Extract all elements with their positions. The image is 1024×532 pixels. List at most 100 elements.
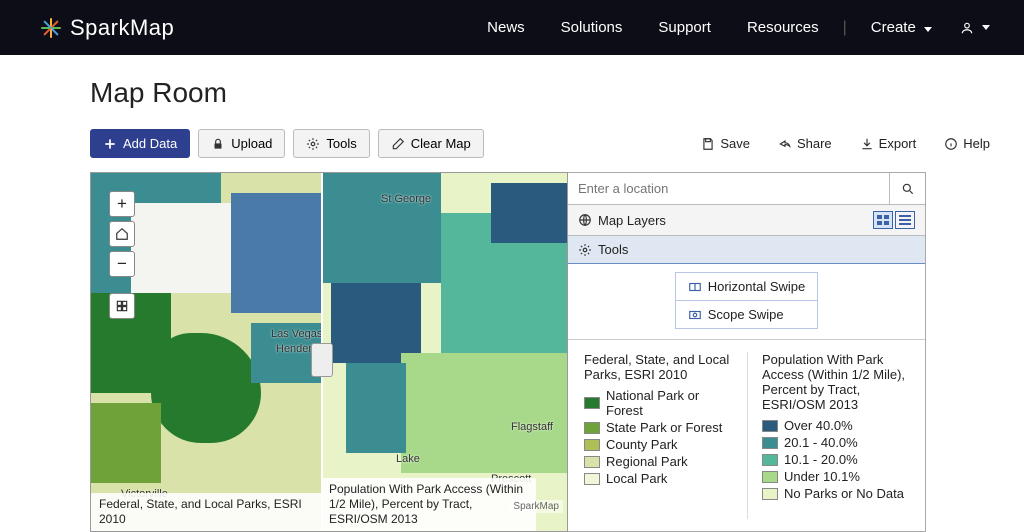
legend-label: No Parks or No Data bbox=[784, 486, 904, 501]
main-row: St George Las Vegas Henderson Victorvill… bbox=[90, 172, 1000, 532]
clear-map-label: Clear Map bbox=[411, 136, 471, 151]
scope-swipe-option[interactable]: Scope Swipe bbox=[676, 300, 818, 328]
legend-swatch bbox=[762, 437, 778, 449]
swipe-horizontal-icon bbox=[688, 280, 702, 294]
legend-right: Population With Park Access (Within 1/2 … bbox=[762, 352, 911, 519]
toolbar: Add Data Upload Tools Clear Map Save Sha… bbox=[90, 129, 1000, 158]
legend-item: Under 10.1% bbox=[762, 469, 911, 484]
map-controls: + − bbox=[109, 191, 135, 319]
legend-swatch bbox=[762, 488, 778, 500]
legend-item: County Park bbox=[584, 437, 733, 452]
share-label: Share bbox=[797, 136, 832, 151]
view-list-button[interactable] bbox=[895, 211, 915, 229]
legend-item: National Park or Forest bbox=[584, 388, 733, 418]
basemap-button[interactable] bbox=[109, 293, 135, 319]
export-label: Export bbox=[879, 136, 917, 151]
search-button[interactable] bbox=[889, 173, 925, 204]
legend-item: 10.1 - 20.0% bbox=[762, 452, 911, 467]
brand-name: SparkMap bbox=[70, 15, 174, 41]
help-link[interactable]: Help bbox=[934, 136, 1000, 151]
map-layers-header[interactable]: Map Layers bbox=[568, 205, 925, 236]
legend-divider bbox=[747, 352, 748, 519]
tools-header[interactable]: Tools bbox=[568, 236, 925, 264]
download-icon bbox=[860, 137, 874, 151]
legend-label: Local Park bbox=[606, 471, 667, 486]
export-link[interactable]: Export bbox=[850, 136, 927, 151]
legend-swatch bbox=[584, 456, 600, 468]
swipe-divider[interactable] bbox=[321, 173, 323, 531]
upload-label: Upload bbox=[231, 136, 272, 151]
nav-solutions[interactable]: Solutions bbox=[543, 19, 641, 36]
zoom-in-button[interactable]: + bbox=[109, 191, 135, 217]
globe-icon bbox=[578, 213, 592, 227]
legend-swatch bbox=[762, 471, 778, 483]
nav-create[interactable]: Create bbox=[853, 19, 950, 36]
legend-label: State Park or Forest bbox=[606, 420, 722, 435]
save-label: Save bbox=[720, 136, 750, 151]
top-nav: SparkMap News Solutions Support Resource… bbox=[0, 0, 1024, 55]
nav-resources[interactable]: Resources bbox=[729, 19, 837, 36]
info-icon bbox=[944, 137, 958, 151]
tools-header-label: Tools bbox=[598, 242, 628, 257]
brand-logo[interactable]: SparkMap bbox=[40, 15, 174, 41]
legend-row: Federal, State, and Local Parks, ESRI 20… bbox=[568, 340, 925, 531]
legend-label: County Park bbox=[606, 437, 678, 452]
user-menu[interactable] bbox=[950, 21, 1000, 35]
legend-label: Over 40.0% bbox=[784, 418, 853, 433]
search-icon bbox=[901, 182, 915, 196]
chevron-down-icon bbox=[924, 27, 932, 32]
view-card-button[interactable] bbox=[873, 211, 893, 229]
map-layers-label: Map Layers bbox=[598, 213, 666, 228]
user-icon bbox=[960, 21, 974, 35]
map-caption-left: Federal, State, and Local Parks, ESRI 20… bbox=[91, 493, 321, 531]
upload-button[interactable]: Upload bbox=[198, 129, 285, 158]
legend-right-title: Population With Park Access (Within 1/2 … bbox=[762, 352, 911, 412]
add-data-label: Add Data bbox=[123, 136, 177, 151]
swipe-handle[interactable] bbox=[311, 343, 333, 377]
nav-news[interactable]: News bbox=[469, 19, 543, 36]
location-input[interactable] bbox=[568, 173, 889, 204]
map-label-st-george: St George bbox=[381, 193, 431, 205]
add-data-button[interactable]: Add Data bbox=[90, 129, 190, 158]
map-label-flagstaff: Flagstaff bbox=[511, 421, 553, 433]
scope-swipe-label: Scope Swipe bbox=[708, 307, 784, 322]
legend-swatch bbox=[762, 454, 778, 466]
card-view-icon bbox=[877, 215, 889, 225]
share-icon bbox=[778, 137, 792, 151]
map-pane[interactable]: St George Las Vegas Henderson Victorvill… bbox=[90, 172, 568, 532]
horizontal-swipe-label: Horizontal Swipe bbox=[708, 279, 806, 294]
page-title: Map Room bbox=[90, 77, 1000, 109]
legend-left-title: Federal, State, and Local Parks, ESRI 20… bbox=[584, 352, 733, 382]
tools-button[interactable]: Tools bbox=[293, 129, 369, 158]
legend-item: Local Park bbox=[584, 471, 733, 486]
save-icon bbox=[701, 137, 715, 151]
location-search-row bbox=[568, 173, 925, 205]
legend-item: 20.1 - 40.0% bbox=[762, 435, 911, 450]
zoom-out-button[interactable]: − bbox=[109, 251, 135, 277]
chevron-down-icon bbox=[982, 25, 990, 30]
legend-left: Federal, State, and Local Parks, ESRI 20… bbox=[584, 352, 733, 519]
legend-item: Regional Park bbox=[584, 454, 733, 469]
map-caption-right: Population With Park Access (Within 1/2 … bbox=[321, 478, 536, 531]
grid-icon bbox=[115, 299, 129, 313]
home-button[interactable] bbox=[109, 221, 135, 247]
share-link[interactable]: Share bbox=[768, 136, 842, 151]
save-link[interactable]: Save bbox=[691, 136, 760, 151]
legend-swatch bbox=[762, 420, 778, 432]
map-label-lake: Lake bbox=[396, 453, 420, 465]
side-panel: Map Layers Tools Hor bbox=[568, 172, 926, 532]
plus-icon bbox=[103, 137, 117, 151]
clear-map-button[interactable]: Clear Map bbox=[378, 129, 484, 158]
legend-swatch bbox=[584, 422, 600, 434]
home-icon bbox=[115, 227, 129, 241]
swipe-scope-icon bbox=[688, 308, 702, 322]
spark-icon bbox=[40, 17, 62, 39]
legend-label: 10.1 - 20.0% bbox=[784, 452, 858, 467]
legend-swatch bbox=[584, 439, 600, 451]
layers-view-toggle bbox=[873, 211, 915, 229]
legend-label: 20.1 - 40.0% bbox=[784, 435, 858, 450]
legend-item: No Parks or No Data bbox=[762, 486, 911, 501]
lock-icon bbox=[211, 137, 225, 151]
horizontal-swipe-option[interactable]: Horizontal Swipe bbox=[676, 273, 818, 300]
nav-support[interactable]: Support bbox=[640, 19, 729, 36]
